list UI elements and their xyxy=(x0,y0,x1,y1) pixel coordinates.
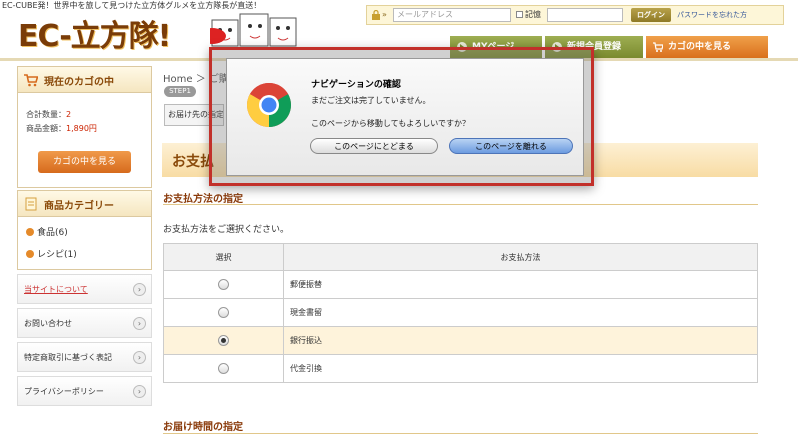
category-box-title: 商品カテゴリー xyxy=(44,201,114,212)
sidebar-link-label: プライバシーポリシー xyxy=(24,387,104,396)
table-row: 銀行振込 xyxy=(163,326,758,355)
nav-cart-button[interactable]: カゴの中を見る xyxy=(646,36,768,58)
leave-page-button[interactable]: このページを離れる xyxy=(449,138,573,154)
cart-box-header: 現在のカゴの中 xyxy=(18,67,151,93)
dialog-highlight-frame: ナビゲーションの確認 まだご注文は完了していません。 このページから移動してもよ… xyxy=(209,47,594,186)
bullet-icon xyxy=(26,250,34,258)
login-bar: » メールアドレス 記憶 ログイン パスワードを忘れた方 xyxy=(366,5,784,25)
logo-text: EC-立方隊! xyxy=(18,19,171,54)
column-header-method: お支払方法 xyxy=(283,243,758,271)
sidebar-link-law[interactable]: 特定商取引に基づく表記 › xyxy=(17,342,152,372)
page-title: お支払 xyxy=(172,154,214,170)
select-cell xyxy=(163,270,284,299)
email-input[interactable]: メールアドレス xyxy=(393,8,511,22)
sidebar-link-about[interactable]: 当サイトについて › xyxy=(17,274,152,304)
cart-box-title: 現在のカゴの中 xyxy=(44,77,114,88)
delivery-section-heading: お届け時間の指定 xyxy=(163,422,243,433)
category-item-label: 食品(6) xyxy=(37,228,68,238)
cart-amount-line: 商品金額：1,890円 xyxy=(26,123,97,134)
chrome-icon xyxy=(247,83,291,127)
payment-method-label: 郵便振替 xyxy=(283,270,758,299)
payment-method-label: 銀行振込 xyxy=(283,326,758,355)
cart-icon xyxy=(24,74,38,87)
cart-quantity-line: 合計数量：2 xyxy=(26,109,71,120)
payment-instruction: お支払方法をご選択ください。 xyxy=(163,225,290,235)
cart-quantity-value: 2 xyxy=(66,110,72,119)
mascot-icon xyxy=(210,13,297,47)
bullet-icon xyxy=(26,228,34,236)
payment-radio[interactable] xyxy=(218,279,229,290)
cart-summary-box: 現在のカゴの中 合計数量：2 商品金額：1,890円 カゴの中を見る xyxy=(17,66,152,188)
payment-radio[interactable] xyxy=(218,307,229,318)
stay-on-page-button[interactable]: このページにとどまる xyxy=(310,138,438,154)
chevron-right-icon: › xyxy=(133,351,146,364)
select-cell xyxy=(163,354,284,383)
sidebar-link-privacy[interactable]: プライバシーポリシー › xyxy=(17,376,152,406)
category-box: 商品カテゴリー 食品(6) レシピ(1) xyxy=(17,190,152,270)
page: EC-CUBE発！世界中を旅して見つけた立方体グルメを立方隊長が直送！ EC-立… xyxy=(0,0,798,440)
login-button[interactable]: ログイン xyxy=(631,8,671,22)
chevron-right-icon: › xyxy=(133,283,146,296)
nav-cart-label: カゴの中を見る xyxy=(668,42,732,52)
sidebar-link-label: お問い合わせ xyxy=(24,319,72,328)
payment-table: 選択 お支払方法 郵便振替 現金書留 銀行振込 代金引換 xyxy=(163,243,758,383)
category-item[interactable]: レシピ(1) xyxy=(26,247,77,260)
payment-method-label: 代金引換 xyxy=(283,354,758,383)
lock-icon xyxy=(372,10,380,20)
category-item-label: レシピ(1) xyxy=(37,250,77,260)
forgot-password-link[interactable]: パスワードを忘れた方 xyxy=(677,10,747,20)
category-box-header: 商品カテゴリー xyxy=(18,191,151,217)
document-icon xyxy=(25,197,37,211)
payment-radio[interactable] xyxy=(218,363,229,374)
arrow-icon: » xyxy=(382,10,387,19)
select-cell xyxy=(163,326,284,355)
section-divider xyxy=(163,204,758,205)
payment-method-label: 現金書留 xyxy=(283,298,758,327)
dialog-message: まだご注文は完了していません。 xyxy=(311,96,431,105)
cart-icon xyxy=(653,42,663,52)
chevron-right-icon: › xyxy=(133,317,146,330)
category-item[interactable]: 食品(6) xyxy=(26,225,68,238)
view-cart-button[interactable]: カゴの中を見る xyxy=(38,151,131,173)
step-badge: STEP1 xyxy=(164,86,196,97)
sidebar-link-label: 特定商取引に基づく表記 xyxy=(24,353,112,362)
select-cell xyxy=(163,298,284,327)
dialog-title: ナビゲーションの確認 xyxy=(311,80,401,90)
table-row: 現金書留 xyxy=(163,298,758,327)
remember-label: 記憶 xyxy=(525,10,541,19)
navigation-confirm-dialog: ナビゲーションの確認 まだご注文は完了していません。 このページから移動してもよ… xyxy=(226,58,584,176)
chevron-right-icon: › xyxy=(133,385,146,398)
remember-checkbox[interactable] xyxy=(516,11,523,18)
site-logo[interactable]: EC-立方隊! xyxy=(18,11,223,54)
sidebar-link-label: 当サイトについて xyxy=(24,285,88,294)
section-divider xyxy=(163,433,758,434)
column-header-select: 選択 xyxy=(163,243,284,271)
table-row: 郵便振替 xyxy=(163,270,758,299)
cart-amount-label: 商品金額： xyxy=(26,124,66,133)
sidebar-link-contact[interactable]: お問い合わせ › xyxy=(17,308,152,338)
cart-amount-value: 1,890円 xyxy=(66,124,97,133)
password-input[interactable] xyxy=(547,8,623,22)
dialog-question: このページから移動してもよろしいですか？ xyxy=(311,119,470,128)
table-header-row: 選択 お支払方法 xyxy=(163,243,758,271)
table-row: 代金引換 xyxy=(163,354,758,383)
cart-quantity-label: 合計数量： xyxy=(26,110,66,119)
payment-radio[interactable] xyxy=(218,335,229,346)
payment-section-heading: お支払方法の指定 xyxy=(163,194,243,205)
